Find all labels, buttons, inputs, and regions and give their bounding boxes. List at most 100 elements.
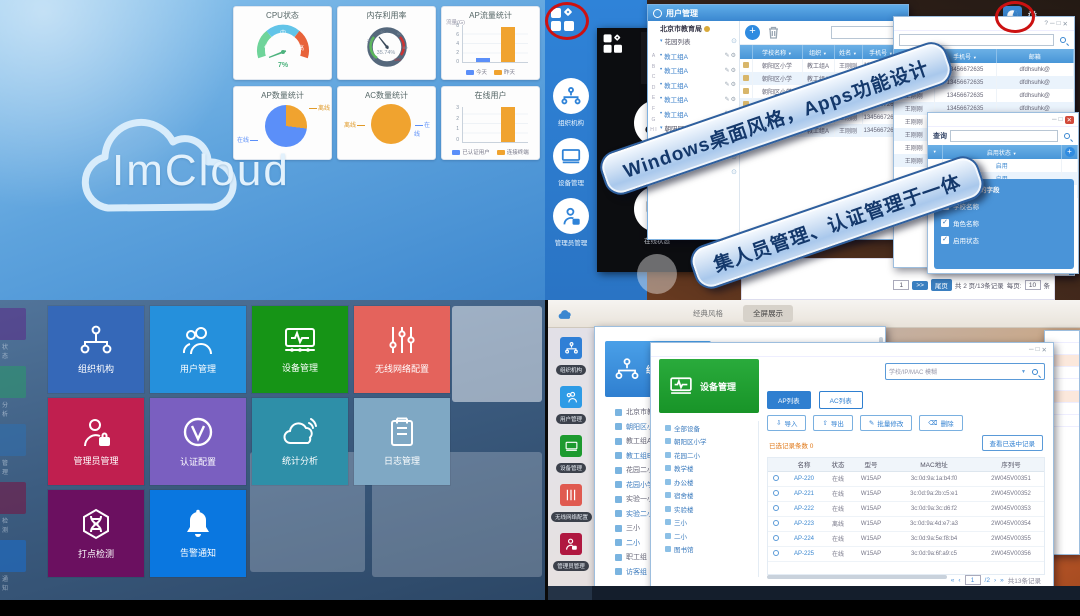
settings-icon[interactable]: ⚙ bbox=[731, 53, 737, 59]
row-checkbox[interactable] bbox=[743, 75, 749, 81]
per-page-select[interactable]: 10 bbox=[1025, 280, 1041, 290]
last-page-button[interactable]: » bbox=[1000, 577, 1004, 584]
next-page-button[interactable]: › bbox=[994, 577, 996, 584]
tile-probe-detection[interactable]: 打点检测 bbox=[48, 490, 144, 577]
expand-icon[interactable]: ⊙ bbox=[731, 168, 737, 176]
horizontal-scrollbar[interactable] bbox=[767, 575, 947, 579]
search-icon[interactable] bbox=[1060, 37, 1066, 43]
window-controls[interactable]: ─ □ ✕ bbox=[928, 113, 1078, 127]
tab-classic-style[interactable]: 经典风格 bbox=[683, 305, 733, 322]
tree-item[interactable]: 全部设备 bbox=[659, 421, 758, 435]
tab-ap-list[interactable]: AP列表 bbox=[767, 391, 811, 409]
tree-member[interactable]: • 教工组A ✎⚙ bbox=[660, 49, 737, 64]
table-header[interactable]: ▼ 启用状态 ▼ + bbox=[928, 145, 1078, 159]
export-button[interactable]: ⇧导出 bbox=[813, 415, 852, 431]
add-column-button[interactable]: + bbox=[1065, 147, 1075, 157]
page-input[interactable]: 1 bbox=[965, 575, 981, 585]
tree-item[interactable]: 三小 bbox=[659, 516, 758, 530]
start-button[interactable] bbox=[548, 586, 592, 600]
last-page-button[interactable]: 尾页 bbox=[931, 279, 952, 291]
row-checkbox[interactable] bbox=[773, 520, 779, 526]
import-button[interactable]: ⇩导入 bbox=[767, 415, 806, 431]
launcher-item-device[interactable]: 设备管理 bbox=[549, 138, 593, 187]
tree-item[interactable]: 朝阳区小学 bbox=[659, 435, 758, 449]
tile-log-management[interactable]: 日志管理 bbox=[354, 398, 450, 485]
row-checkbox[interactable] bbox=[773, 505, 779, 511]
sidebar-item-user[interactable]: 用户管理 bbox=[551, 386, 591, 426]
table-row[interactable]: AP-224在线W15AP3c:0d:9a:5e:f8:b42W045V0035… bbox=[768, 531, 1044, 546]
sidebar-item-org[interactable]: 组织机构 bbox=[551, 337, 591, 377]
delete-button[interactable]: ⌫删除 bbox=[919, 415, 962, 431]
expand-icon[interactable]: ⊙ bbox=[731, 37, 737, 45]
launcher-item-org[interactable]: 组织机构 bbox=[549, 78, 593, 127]
table-row[interactable]: AP-220在线W15AP3c:0d:9a:1a:b4:f02W045V0035… bbox=[768, 471, 1044, 486]
window-titlebar[interactable]: 用户管理 bbox=[648, 5, 908, 21]
row-checkbox[interactable] bbox=[773, 490, 779, 496]
tile-alarm-notification[interactable]: 告警通知 bbox=[150, 490, 246, 577]
table-row[interactable]: AP-223离线W15AP3c:0d:9a:4d:e7:a32W045V0035… bbox=[768, 516, 1044, 531]
row-checkbox[interactable] bbox=[743, 62, 749, 68]
tree-item[interactable]: 二小 bbox=[659, 529, 758, 543]
settings-icon[interactable]: ⚙ bbox=[731, 97, 737, 103]
next-pages-button[interactable]: >> bbox=[912, 281, 928, 290]
query-input[interactable] bbox=[950, 130, 1058, 142]
sidebar-item-device[interactable]: 设备管理 bbox=[551, 435, 591, 475]
card-title: 在线用户 bbox=[442, 87, 539, 101]
tree-group[interactable]: ▾ 花园列表 ⊙ bbox=[660, 34, 737, 49]
tree-member[interactable]: • 教工组A ✎⚙ bbox=[660, 63, 737, 78]
sidebar-item-wireless[interactable]: 无线网络配置 bbox=[551, 484, 591, 524]
prev-page-button[interactable]: ‹ bbox=[958, 577, 960, 584]
row-checkbox[interactable] bbox=[773, 550, 779, 556]
tree-item[interactable]: 宿舍楼 bbox=[659, 489, 758, 503]
row-checkbox[interactable] bbox=[773, 535, 779, 541]
tile-statistics[interactable]: 统计分析 bbox=[252, 398, 348, 485]
field-checkbox-row[interactable]: ✓ 角色名称 bbox=[941, 218, 1067, 228]
table-row[interactable]: AP-222在线W15AP3c:0d:9a:3c:d6:f22W045V0035… bbox=[768, 501, 1044, 516]
add-user-button[interactable]: + bbox=[745, 25, 760, 40]
taskbar[interactable] bbox=[548, 586, 1080, 600]
checkbox-icon[interactable]: ✓ bbox=[941, 219, 949, 227]
dropdown-caret-icon[interactable]: ▼ bbox=[1021, 369, 1026, 375]
device-search-input[interactable]: 学校/IP/MAC 模糊 ▼ bbox=[885, 363, 1045, 380]
search-icon[interactable] bbox=[1064, 133, 1070, 139]
bar-terminals bbox=[501, 107, 515, 142]
page-input[interactable]: 1 bbox=[893, 280, 909, 290]
tab-fullscreen-view[interactable]: 全屏展示 bbox=[743, 305, 793, 322]
row-checkbox[interactable] bbox=[743, 88, 749, 94]
tree-member[interactable]: • 教工组A ✎⚙ bbox=[660, 92, 737, 107]
window-controls[interactable]: ─ □ ✕ bbox=[651, 343, 1053, 357]
first-page-button[interactable]: « bbox=[951, 577, 955, 584]
table-row[interactable]: AP-225在线W15AP3c:0d:9a:6f:a9:c52W045V0035… bbox=[768, 546, 1044, 561]
settings-icon[interactable]: ⚙ bbox=[731, 82, 737, 88]
tile-admin-management[interactable]: 管理员管理 bbox=[48, 398, 144, 485]
field-checkbox-row[interactable]: ✓ 启用状态 bbox=[941, 235, 1067, 245]
view-selected-button[interactable]: 查看已选中记录 bbox=[982, 435, 1044, 451]
tile-user-management[interactable]: 用户管理 bbox=[150, 306, 246, 393]
settings-icon[interactable]: ⚙ bbox=[731, 68, 737, 74]
tree-item[interactable]: 教学楼 bbox=[659, 462, 758, 476]
tree-item[interactable]: 办公楼 bbox=[659, 475, 758, 489]
tile-device-management[interactable]: 设备管理 bbox=[252, 306, 348, 393]
tab-ac-list[interactable]: AC列表 bbox=[819, 391, 863, 409]
device-header-card[interactable]: 设备管理 bbox=[659, 359, 759, 413]
table-header[interactable]: 名称 状态 型号 MAC地址 序列号 bbox=[768, 458, 1044, 471]
tile-organization[interactable]: 组织机构 bbox=[48, 306, 144, 393]
cloud-app-icon[interactable] bbox=[558, 308, 573, 320]
checkbox-icon[interactable]: ✓ bbox=[941, 236, 949, 244]
tile-wireless-config[interactable]: 无线网络配置 bbox=[354, 306, 450, 393]
tree-member[interactable]: • 教工组A ✎⚙ bbox=[660, 78, 737, 93]
sidebar-item-admin[interactable]: 管理员管理 bbox=[551, 533, 591, 573]
tick: 0 bbox=[449, 137, 459, 143]
selected-count-note[interactable]: 已选记录条数 0 bbox=[769, 440, 813, 450]
row-checkbox[interactable] bbox=[773, 475, 779, 481]
tree-item[interactable]: 图书馆 bbox=[659, 543, 758, 557]
tree-item[interactable]: 实验楼 bbox=[659, 502, 758, 516]
search-icon[interactable] bbox=[1032, 369, 1038, 375]
launcher-item-admin[interactable]: 管理员管理 bbox=[549, 198, 593, 247]
trash-icon[interactable] bbox=[768, 26, 779, 39]
tree-item[interactable]: 花园二小 bbox=[659, 448, 758, 462]
window-controls[interactable]: ? ─ □ ✕ bbox=[894, 17, 1074, 31]
table-row[interactable]: AP-221在线W15AP3c:0d:9a:2b:c5:e12W045V0035… bbox=[768, 486, 1044, 501]
tile-auth-config[interactable]: 认证配置 bbox=[150, 398, 246, 485]
batch-edit-button[interactable]: ✎批量修改 bbox=[860, 415, 912, 431]
